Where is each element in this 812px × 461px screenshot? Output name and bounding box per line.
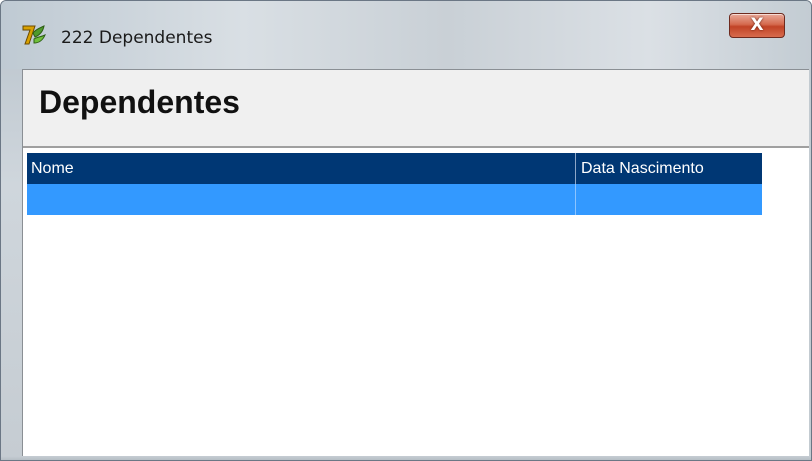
close-button[interactable]: X (729, 13, 785, 38)
cell-data-nascimento[interactable] (576, 184, 762, 215)
page-title: Dependentes (39, 84, 240, 120)
cell-nome[interactable] (27, 184, 576, 215)
close-icon: X (750, 15, 764, 35)
app-icon[interactable] (21, 23, 47, 47)
window-frame-bottom (1, 456, 811, 460)
title-bar[interactable]: 222 Dependentes X (1, 1, 811, 69)
window-title: 222 Dependentes (61, 28, 213, 48)
column-header-nome[interactable]: Nome (27, 153, 576, 184)
grid-header: Nome Data Nascimento (27, 153, 762, 184)
column-header-data-nascimento[interactable]: Data Nascimento (576, 153, 762, 184)
header-panel: Dependentes (23, 70, 810, 148)
table-row[interactable] (27, 184, 762, 215)
client-area: Dependentes Nome Data Nascimento (22, 69, 810, 460)
dependentes-grid[interactable]: Nome Data Nascimento (27, 153, 762, 215)
dependentes-window: 222 Dependentes X Dependentes Nome Data … (0, 0, 812, 461)
